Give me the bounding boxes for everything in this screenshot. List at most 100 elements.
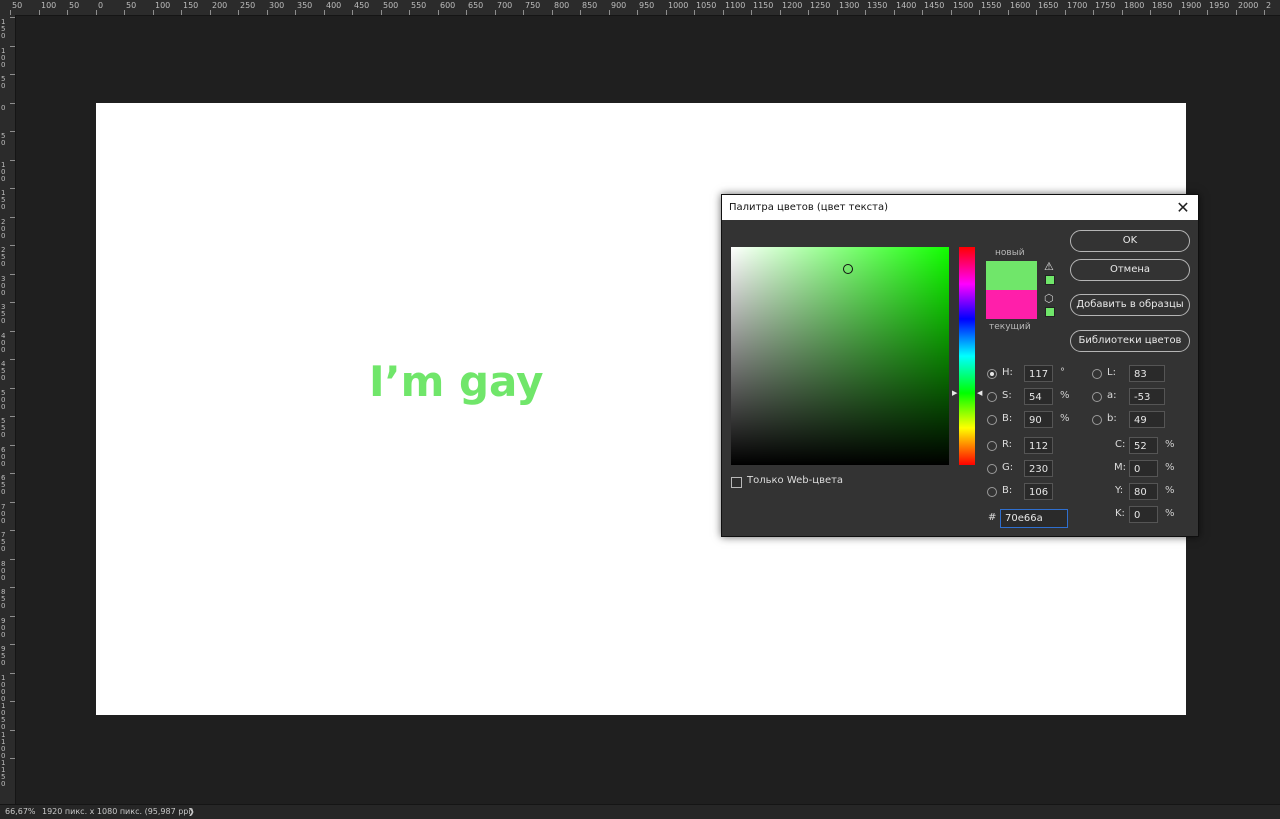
- h-unit: °: [1060, 367, 1065, 378]
- ruler-left-label: 700: [1, 503, 6, 525]
- gamut-warning-icon[interactable]: ⚠: [1044, 261, 1054, 273]
- zoom-level[interactable]: 66,67%: [5, 805, 36, 819]
- saturation-brightness-field[interactable]: [731, 247, 949, 465]
- ruler-top-tick: [96, 10, 97, 15]
- ruler-left-tick: [10, 331, 15, 332]
- hue-slider-right-arrow-icon[interactable]: ◀: [977, 389, 982, 397]
- ruler-top-label: 650: [468, 1, 484, 10]
- g-field[interactable]: 230: [1024, 460, 1053, 477]
- ruler-top-tick: [552, 10, 553, 15]
- web-colors-only-checkbox[interactable]: [731, 477, 742, 488]
- gamut-correction-swatch[interactable]: [1045, 275, 1055, 285]
- web-safe-cube-icon[interactable]: ⬡: [1044, 293, 1054, 305]
- c-label: C:: [1115, 439, 1126, 450]
- color-field-marker[interactable]: [843, 264, 853, 274]
- ruler-top-label: 1800: [1124, 1, 1145, 10]
- ruler-top-tick: [1036, 10, 1037, 15]
- ruler-left-label: 650: [1, 474, 6, 496]
- canvas-text-layer[interactable]: I’m gay: [369, 354, 543, 410]
- ruler-left-tick: [10, 616, 15, 617]
- a-radio[interactable]: [1092, 392, 1102, 402]
- ruler-top-tick: [295, 10, 296, 15]
- ruler-top-label: 550: [411, 1, 427, 10]
- ruler-left-label: 100: [1, 47, 6, 69]
- ruler-top-label: 1650: [1038, 1, 1059, 10]
- status-bar: 66,67% 1920 пикс. x 1080 пикс. (95,987 p…: [0, 804, 1280, 819]
- ruler-left-label: 1050: [1, 702, 6, 731]
- ruler-left-label: 950: [1, 645, 6, 667]
- current-color-label: текущий: [989, 322, 1031, 332]
- lab-b-field[interactable]: 49: [1129, 411, 1165, 428]
- ruler-top-label: 1700: [1067, 1, 1088, 10]
- ruler-top-label: 300: [269, 1, 285, 10]
- ruler-left-label: 150: [1, 189, 6, 211]
- ruler-top-tick: [1150, 10, 1151, 15]
- ruler-top-label: 750: [525, 1, 541, 10]
- ruler-top-tick: [267, 10, 268, 15]
- ruler-left-label: 850: [1, 588, 6, 610]
- l-radio[interactable]: [1092, 369, 1102, 379]
- m-label: M:: [1114, 462, 1126, 473]
- ruler-top-label: 1750: [1095, 1, 1116, 10]
- ruler-left[interactable]: 150 100 50 0 50 100 150 200 250 300 350 400 450 500 55…: [0, 15, 16, 804]
- lab-b-radio[interactable]: [1092, 415, 1102, 425]
- a-field[interactable]: -53: [1129, 388, 1165, 405]
- k-unit: %: [1165, 508, 1175, 519]
- r-field[interactable]: 112: [1024, 437, 1053, 454]
- ruler-left-label: 750: [1, 531, 6, 553]
- ruler-left-tick: [10, 587, 15, 588]
- current-color-swatch[interactable]: [986, 290, 1037, 319]
- ruler-top-label: 1150: [753, 1, 774, 10]
- ruler-top-label: 1200: [782, 1, 803, 10]
- dialog-titlebar[interactable]: Палитра цветов (цвет текста) ✕: [722, 195, 1198, 220]
- ruler-top[interactable]: 50 100 50 0 50 100 150 200 250 300 350 400 450 500 550…: [0, 0, 1280, 16]
- ruler-top-tick: [979, 10, 980, 15]
- ruler-top-tick: [808, 10, 809, 15]
- hex-input[interactable]: 70e66a: [1000, 509, 1068, 528]
- y-label: Y:: [1115, 485, 1124, 496]
- ruler-left-label: 1100: [1, 731, 6, 760]
- ruler-top-label: 1850: [1152, 1, 1173, 10]
- close-icon[interactable]: ✕: [1174, 199, 1192, 217]
- h-radio[interactable]: [987, 369, 997, 379]
- ruler-left-label: 350: [1, 303, 6, 325]
- l-field[interactable]: 83: [1129, 365, 1165, 382]
- ruler-left-label: 450: [1, 360, 6, 382]
- k-field[interactable]: 0: [1129, 506, 1158, 523]
- s-radio[interactable]: [987, 392, 997, 402]
- ruler-top-label: 2: [1266, 1, 1272, 10]
- h-field[interactable]: 117: [1024, 365, 1053, 382]
- hsb-b-field[interactable]: 90: [1024, 411, 1053, 428]
- ruler-top-label: 200: [212, 1, 228, 10]
- y-field[interactable]: 80: [1129, 483, 1158, 500]
- hue-slider[interactable]: [959, 247, 975, 465]
- g-radio[interactable]: [987, 464, 997, 474]
- ruler-left-tick: [10, 673, 15, 674]
- ruler-left-label: 250: [1, 246, 6, 268]
- ruler-left-tick: [10, 103, 15, 104]
- c-field[interactable]: 52: [1129, 437, 1158, 454]
- rgb-b-field[interactable]: 106: [1024, 483, 1053, 500]
- ruler-left-tick: [10, 644, 15, 645]
- rgb-b-radio[interactable]: [987, 487, 997, 497]
- r-radio[interactable]: [987, 441, 997, 451]
- lab-b-label: b:: [1107, 413, 1117, 424]
- g-label: G:: [1002, 462, 1014, 473]
- k-label: K:: [1115, 508, 1125, 519]
- status-menu-arrow-icon[interactable]: ❯: [188, 805, 195, 819]
- m-unit: %: [1165, 462, 1175, 473]
- ruler-top-tick: [1264, 10, 1265, 15]
- color-libraries-button[interactable]: Библиотеки цветов: [1070, 330, 1190, 352]
- add-to-swatches-button[interactable]: Добавить в образцы: [1070, 294, 1190, 316]
- web-safe-swatch[interactable]: [1045, 307, 1055, 317]
- ruler-top-tick: [1065, 10, 1066, 15]
- hsb-b-radio[interactable]: [987, 415, 997, 425]
- s-field[interactable]: 54: [1024, 388, 1053, 405]
- m-field[interactable]: 0: [1129, 460, 1158, 477]
- cancel-button[interactable]: Отмена: [1070, 259, 1190, 281]
- ruler-top-label: 1000: [668, 1, 689, 10]
- ruler-top-label: 1400: [896, 1, 917, 10]
- hue-slider-left-arrow-icon[interactable]: ▶: [952, 389, 957, 397]
- web-colors-only-label[interactable]: Только Web-цвета: [747, 474, 843, 488]
- ok-button[interactable]: OK: [1070, 230, 1190, 252]
